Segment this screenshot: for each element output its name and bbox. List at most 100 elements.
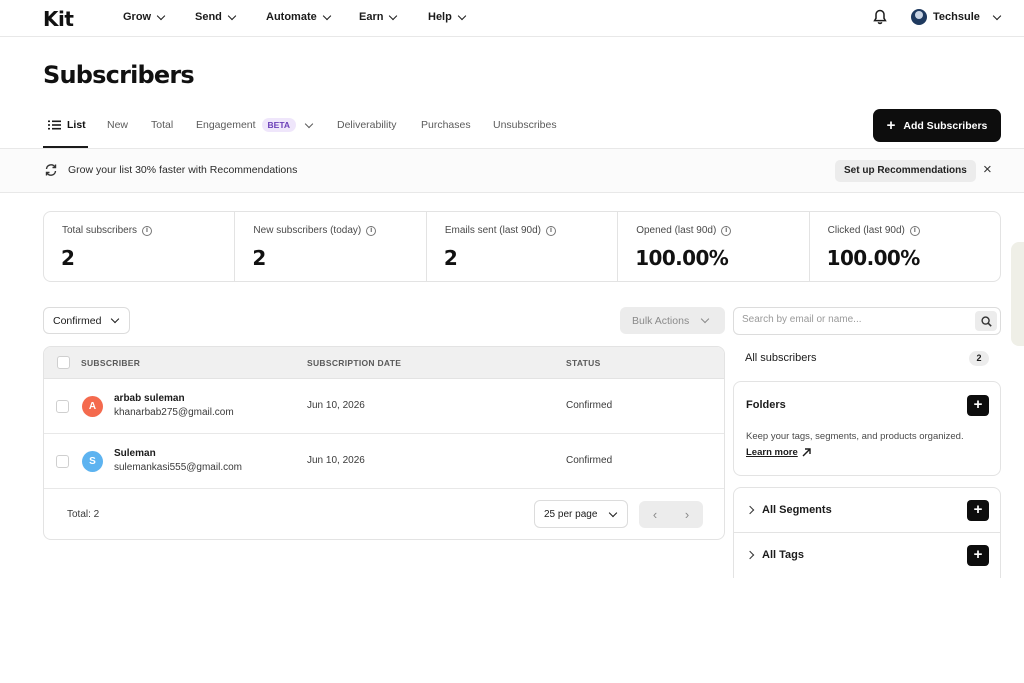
subscriber-name[interactable]: arbab suleman (114, 393, 185, 404)
chevron-down-icon (389, 11, 398, 20)
all-tags-row[interactable]: All Tags + (734, 533, 1000, 578)
nav-help-label: Help (428, 11, 452, 23)
bulk-actions-label: Bulk Actions (632, 314, 690, 327)
tab-new[interactable]: New (107, 119, 128, 131)
chevron-right-icon (745, 505, 755, 515)
nav-grow-label: Grow (123, 11, 152, 23)
nav-send[interactable]: Send (195, 11, 237, 23)
stat-label: Clicked (last 90d) i (828, 225, 920, 236)
beta-badge: BETA (261, 118, 297, 132)
row-checkbox[interactable] (56, 400, 69, 413)
search-input[interactable] (742, 314, 967, 325)
add-folder-button[interactable]: + (967, 395, 989, 416)
nav-help[interactable]: Help (428, 11, 467, 23)
recommendations-banner: Grow your list 30% faster with Recommend… (0, 149, 1024, 193)
folders-title: Folders (746, 399, 786, 411)
side-panel-tab[interactable] (1011, 242, 1024, 346)
tab-deliverability[interactable]: Deliverability (337, 119, 397, 131)
search-box (733, 307, 1001, 335)
bell-icon[interactable] (873, 9, 887, 25)
segments-tags-card: All Segments + All Tags + (733, 487, 1001, 578)
stat-value: 100.00% (635, 246, 729, 270)
chevron-down-icon (111, 314, 120, 324)
status-filter-select[interactable]: Confirmed (43, 307, 130, 334)
subscriber-email: sulemankasi555@gmail.com (114, 462, 242, 473)
tab-purchases[interactable]: Purchases (421, 119, 471, 131)
list-icon (48, 120, 61, 130)
select-all-checkbox[interactable] (57, 356, 70, 369)
subscriber-status: Confirmed (566, 455, 613, 466)
nav-grow[interactable]: Grow (123, 11, 166, 23)
info-icon[interactable]: i (366, 225, 377, 236)
info-icon[interactable]: i (142, 225, 153, 236)
nav-send-label: Send (195, 11, 222, 23)
chevron-down-icon (156, 11, 166, 20)
kit-logo[interactable]: Kit (43, 7, 74, 31)
subscriber-name[interactable]: Suleman (114, 448, 156, 459)
learn-more-label: Learn more (746, 447, 798, 458)
subscribers-table: SUBSCRIBER SUBSCRIPTION DATE STATUS A ar… (43, 346, 725, 540)
table-row[interactable]: S Suleman sulemankasi555@gmail.com Jun 1… (44, 434, 724, 489)
table-row[interactable]: A arbab suleman khanarbab275@gmail.com J… (44, 379, 724, 434)
prev-page-button[interactable]: ‹ (653, 507, 657, 522)
stats-summary: Total subscribers i 2 New subscribers (t… (43, 211, 1001, 282)
avatar: S (82, 451, 103, 472)
header-subscriber[interactable]: SUBSCRIBER (81, 358, 140, 368)
row-checkbox[interactable] (56, 455, 69, 468)
per-page-select[interactable]: 25 per page (534, 500, 628, 528)
stat-label-text: Total subscribers (62, 225, 138, 236)
chevron-down-icon (457, 11, 467, 20)
chevron-down-icon (700, 314, 710, 324)
stat-label-text: Clicked (last 90d) (827, 225, 905, 236)
folders-description: Keep your tags, segments, and products o… (746, 431, 964, 442)
stat-label: Total subscribers i (62, 225, 153, 236)
chevron-down-icon (322, 11, 331, 20)
user-name: Techsule (933, 11, 980, 23)
info-icon[interactable]: i (545, 225, 556, 236)
header-subscription-date[interactable]: SUBSCRIPTION DATE (307, 358, 401, 368)
per-page-value: 25 per page (544, 508, 598, 520)
search-button[interactable] (975, 311, 997, 331)
user-menu[interactable]: Techsule (911, 9, 1002, 25)
header-status[interactable]: STATUS (566, 358, 601, 368)
stat-label: Emails sent (last 90d) i (445, 225, 556, 236)
learn-more-link[interactable]: Learn more (746, 447, 811, 458)
refresh-icon (45, 164, 57, 176)
stat-total-subscribers: Total subscribers i 2 (44, 212, 236, 281)
next-page-button[interactable]: › (685, 507, 689, 522)
tab-list-label: List (67, 119, 86, 131)
add-subscribers-button[interactable]: + Add Subscribers (873, 109, 1001, 142)
tab-total[interactable]: Total (151, 119, 173, 131)
stat-opened: Opened (last 90d) i 100.00% (618, 212, 810, 281)
nav-earn-label: Earn (359, 11, 384, 23)
all-subscribers-count: 2 (969, 351, 989, 366)
bulk-actions-button[interactable]: Bulk Actions (620, 307, 725, 334)
table-header: SUBSCRIBER SUBSCRIPTION DATE STATUS (44, 347, 724, 379)
close-icon[interactable]: × (983, 161, 992, 178)
info-icon[interactable]: i (909, 225, 920, 236)
stat-value: 100.00% (826, 246, 921, 270)
chevron-down-icon (304, 119, 314, 128)
avatar: A (82, 396, 103, 417)
arrow-up-right-icon (802, 448, 811, 457)
subscription-date: Jun 10, 2026 (307, 400, 365, 411)
all-segments-label: All Segments (762, 504, 832, 516)
nav-automate[interactable]: Automate (266, 11, 331, 23)
chevron-down-icon (992, 11, 1002, 20)
subscription-date: Jun 10, 2026 (307, 455, 365, 466)
stat-new-subscribers: New subscribers (today) i 2 (235, 212, 427, 281)
setup-recommendations-button[interactable]: Set up Recommendations (835, 160, 976, 182)
add-tag-button[interactable]: + (967, 545, 989, 566)
nav-earn[interactable]: Earn (359, 11, 398, 23)
tab-list[interactable]: List (48, 119, 86, 131)
info-icon[interactable]: i (721, 225, 732, 236)
nav-automate-label: Automate (266, 11, 317, 23)
add-segment-button[interactable]: + (967, 500, 989, 521)
search-icon (980, 315, 992, 327)
banner-text: Grow your list 30% faster with Recommend… (68, 164, 298, 176)
all-segments-row[interactable]: All Segments + (734, 488, 1000, 533)
tab-unsubscribes[interactable]: Unsubscribes (493, 119, 557, 131)
all-subscribers-link[interactable]: All subscribers (745, 352, 817, 364)
tab-engagement[interactable]: Engagement BETA (196, 118, 314, 132)
top-nav: Kit Grow Send Automate Earn Help Techsul… (0, 0, 1024, 37)
